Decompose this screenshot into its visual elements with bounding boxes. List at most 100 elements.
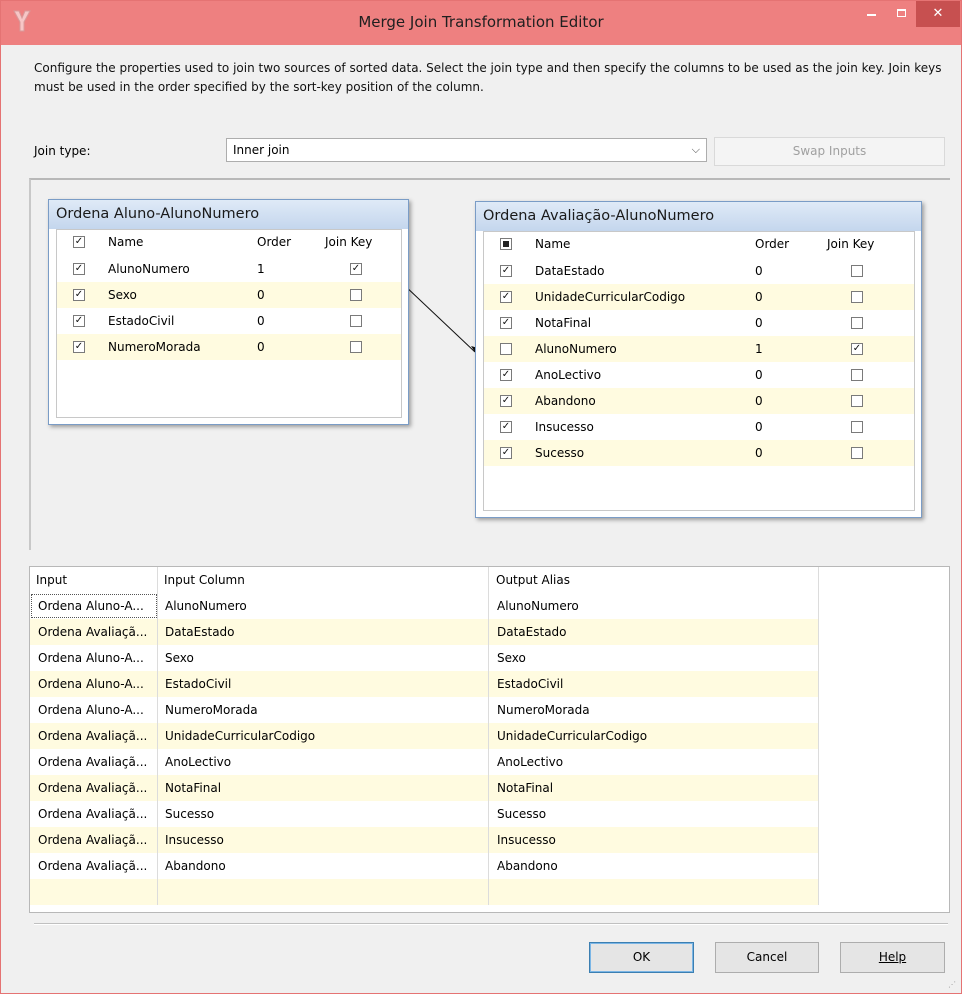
output-alias-cell[interactable]: EstadoCivil xyxy=(497,671,815,697)
column-row[interactable]: NotaFinal 0 xyxy=(484,310,914,336)
output-alias-cell[interactable] xyxy=(497,879,815,905)
column-row[interactable]: AlunoNumero 1 xyxy=(57,256,401,282)
join-key-checkbox[interactable] xyxy=(851,317,863,329)
select-checkbox[interactable] xyxy=(500,395,512,407)
join-key-checkbox[interactable] xyxy=(350,263,362,275)
help-button-label: Help xyxy=(878,950,907,964)
join-type-label-text: Join type: xyxy=(34,144,91,158)
column-name: UnidadeCurricularCodigo xyxy=(535,290,686,304)
merge-join-editor-window: Merge Join Transformation Editor ✕ Confi… xyxy=(0,0,962,994)
select-checkbox[interactable] xyxy=(500,317,512,329)
col-header-name: Name xyxy=(535,237,571,251)
join-key-checkbox[interactable] xyxy=(851,447,863,459)
select-checkbox[interactable] xyxy=(500,421,512,433)
col-header-join-key: Join Key xyxy=(827,237,875,251)
select-checkbox[interactable] xyxy=(500,291,512,303)
ok-button[interactable]: OK xyxy=(589,942,694,973)
column-row[interactable]: UnidadeCurricularCodigo 0 xyxy=(484,284,914,310)
column-divider xyxy=(157,567,158,905)
column-name: AlunoNumero xyxy=(108,262,190,276)
select-all-checkbox[interactable] xyxy=(73,236,85,248)
table-row[interactable]: Ordena Avaliaçã... DataEstado DataEstado xyxy=(30,619,819,645)
select-checkbox[interactable] xyxy=(73,341,85,353)
swap-inputs-button[interactable]: Swap Inputs xyxy=(714,137,945,166)
table-row[interactable]: Ordena Avaliaçã... AnoLectivo AnoLectivo xyxy=(30,749,819,775)
join-key-checkbox[interactable] xyxy=(851,421,863,433)
col-header-order: Order xyxy=(755,237,790,251)
description-text: Configure the properties used to join tw… xyxy=(34,61,942,94)
right-input-table[interactable]: Ordena Avaliação-AlunoNumero Name Order … xyxy=(475,201,922,518)
input-cell: Ordena Aluno-A... xyxy=(38,677,144,691)
column-row[interactable]: Abandono 0 xyxy=(484,388,914,414)
table-row[interactable]: Ordena Aluno-A... EstadoCivil EstadoCivil xyxy=(30,671,819,697)
column-row[interactable]: EstadoCivil 0 xyxy=(57,308,401,334)
title-bar[interactable]: Merge Join Transformation Editor ✕ xyxy=(1,1,961,45)
focus-cell xyxy=(31,594,157,618)
cancel-button[interactable]: Cancel xyxy=(715,942,819,973)
table-row[interactable]: Ordena Aluno-A... NumeroMorada NumeroMorad… xyxy=(30,697,819,723)
select-checkbox[interactable] xyxy=(500,369,512,381)
column-row[interactable]: Sexo 0 xyxy=(57,282,401,308)
sort-order: 0 xyxy=(755,394,763,408)
output-alias-cell[interactable]: Sexo xyxy=(497,645,815,671)
select-checkbox[interactable] xyxy=(500,265,512,277)
input-cell: Ordena Avaliaçã... xyxy=(38,833,148,847)
output-alias-cell[interactable]: Insucesso xyxy=(497,827,815,853)
column-row[interactable]: Insucesso 0 xyxy=(484,414,914,440)
left-columns-grid[interactable]: Name Order Join Key AlunoNumero1Sexo0Est… xyxy=(56,229,402,418)
table-row[interactable] xyxy=(30,879,819,905)
select-all-checkbox[interactable] xyxy=(500,238,512,250)
join-key-checkbox[interactable] xyxy=(350,341,362,353)
join-key-checkbox[interactable] xyxy=(851,265,863,277)
join-type-combobox[interactable]: Inner join ⌵ xyxy=(226,138,707,162)
select-checkbox[interactable] xyxy=(73,315,85,327)
join-key-checkbox[interactable] xyxy=(851,291,863,303)
join-key-checkbox[interactable] xyxy=(350,289,362,301)
column-divider xyxy=(488,567,489,905)
output-alias-cell[interactable]: Sucesso xyxy=(497,801,815,827)
output-alias-cell[interactable]: UnidadeCurricularCodigo xyxy=(497,723,815,749)
select-checkbox[interactable] xyxy=(73,289,85,301)
table-row[interactable]: Ordena Avaliaçã... Insucesso Insucesso xyxy=(30,827,819,853)
column-row[interactable]: Sucesso 0 xyxy=(484,440,914,466)
resize-grip-icon[interactable]: ⋰ xyxy=(948,980,958,990)
join-key-checkbox[interactable] xyxy=(851,369,863,381)
right-input-title: Ordena Avaliação-AlunoNumero xyxy=(476,202,921,231)
join-key-checkbox[interactable] xyxy=(350,315,362,327)
output-alias-cell[interactable]: AnoLectivo xyxy=(497,749,815,775)
table-row[interactable]: Ordena Avaliaçã... UnidadeCurricularCodig… xyxy=(30,723,819,749)
close-button[interactable]: ✕ xyxy=(916,1,960,27)
join-key-checkbox[interactable] xyxy=(851,395,863,407)
input-column-cell xyxy=(165,879,485,905)
input-column-cell: UnidadeCurricularCodigo xyxy=(165,729,316,743)
output-alias-cell[interactable]: NumeroMorada xyxy=(497,697,815,723)
join-key-checkbox[interactable] xyxy=(851,343,863,355)
select-checkbox[interactable] xyxy=(500,447,512,459)
left-input-table[interactable]: Ordena Aluno-AlunoNumero Name Order Join… xyxy=(48,199,409,425)
table-row[interactable]: Ordena Avaliaçã... Abandono Abandono xyxy=(30,853,819,879)
column-row[interactable]: AlunoNumero 1 xyxy=(484,336,914,362)
output-alias-cell[interactable]: Abandono xyxy=(497,853,815,879)
table-row[interactable]: Ordena Avaliaçã... Sucesso Sucesso xyxy=(30,801,819,827)
input-cell: Ordena Aluno-A... xyxy=(38,651,144,665)
output-alias-cell[interactable]: AlunoNumero xyxy=(497,593,815,619)
column-row[interactable]: AnoLectivo 0 xyxy=(484,362,914,388)
output-alias-cell[interactable]: DataEstado xyxy=(497,619,815,645)
input-cell: Ordena Avaliaçã... xyxy=(38,781,148,795)
grid-header: Name Order Join Key xyxy=(484,232,914,258)
select-checkbox[interactable] xyxy=(500,343,512,355)
select-checkbox[interactable] xyxy=(73,263,85,275)
right-columns-grid[interactable]: Name Order Join Key DataEstado0UnidadeCu… xyxy=(483,231,915,511)
column-row[interactable]: DataEstado 0 xyxy=(484,258,914,284)
table-row[interactable]: Ordena Avaliaçã... NotaFinal NotaFinal xyxy=(30,775,819,801)
table-row[interactable]: Ordena Aluno-A... Sexo Sexo xyxy=(30,645,819,671)
table-row[interactable]: Ordena Aluno-A... AlunoNumero AlunoNumero xyxy=(30,593,819,619)
output-alias-cell[interactable]: NotaFinal xyxy=(497,775,815,801)
output-mapping-grid[interactable]: Input Input Column Output Alias Ordena A… xyxy=(29,566,950,913)
column-row[interactable]: NumeroMorada 0 xyxy=(57,334,401,360)
help-button[interactable]: Help xyxy=(840,942,945,973)
separator xyxy=(34,923,948,925)
maximize-button[interactable] xyxy=(886,1,916,27)
col-header-input-column: Input Column xyxy=(164,573,245,587)
minimize-button[interactable] xyxy=(856,1,886,27)
